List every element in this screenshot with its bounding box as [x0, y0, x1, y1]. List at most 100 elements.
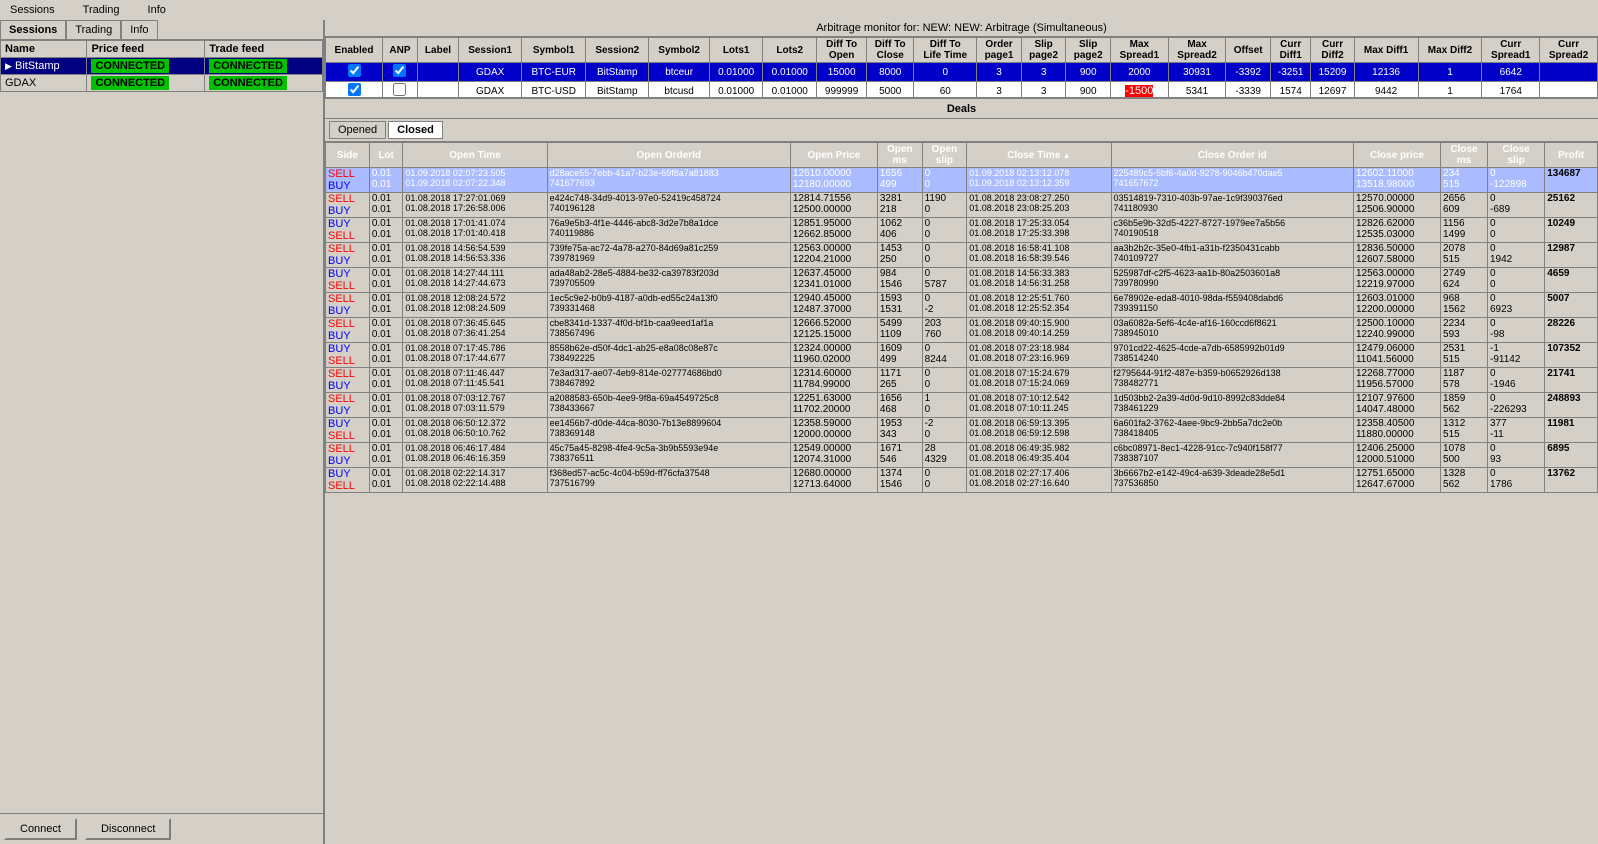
deal-close-time: 01.08.2018 23:08:27.25001.08.2018 23:08:… [967, 193, 1111, 218]
arb-th-symbol1: Symbol1 [522, 38, 586, 63]
deals-row[interactable]: BUY SELL 0.010.01 01.08.2018 17:01:41.07… [326, 218, 1598, 243]
deal-open-orderid: f368ed57-ac5c-4c04-b59d-ff76cfa375487375… [547, 468, 790, 493]
deal-close-slip: 0-122898 [1488, 168, 1545, 193]
deals-row[interactable]: BUY SELL 0.010.01 01.08.2018 14:27:44.11… [326, 268, 1598, 293]
deals-row[interactable]: BUY SELL 0.010.01 01.08.2018 02:22:14.31… [326, 468, 1598, 493]
tab-closed[interactable]: Closed [388, 121, 443, 139]
deal-open-time: 01.08.2018 06:46:17.48401.08.2018 06:46:… [403, 443, 547, 468]
disconnect-button[interactable]: Disconnect [85, 818, 171, 840]
arb-anp[interactable] [383, 63, 418, 82]
arb-max-spread1-red: -1500 [1110, 82, 1168, 100]
deal-close-orderid: 03a6082a-5ef6-4c4e-af16-160ccd6f86217389… [1111, 318, 1353, 343]
deals-row[interactable]: SELL BUY 0.010.01 01.08.2018 14:56:54.53… [326, 243, 1598, 268]
deal-close-time: 01.08.2018 02:27:17.40601.08.2018 02:27:… [967, 468, 1111, 493]
arb-session1: GDAX [459, 63, 522, 82]
tab-trading[interactable]: Trading [66, 20, 121, 39]
deals-row[interactable]: SELL BUY 0.010.01 01.09.2018 02:07:23.50… [326, 168, 1598, 193]
deal-close-slip: 01942 [1488, 243, 1545, 268]
arb-slip-page2: 3 [1021, 63, 1066, 82]
deal-close-orderid: 225489c5-5bf6-4a0d-9278-9046b470dae57416… [1111, 168, 1353, 193]
arb-curr-diff2: 15209 [1311, 63, 1354, 82]
th-profit: Profit [1545, 143, 1598, 168]
arb-th-max-spread1: MaxSpread1 [1110, 38, 1168, 63]
deal-lot: 0.010.01 [369, 443, 403, 468]
deal-open-orderid: d28ace55-7ebb-41a7-b23e-69f8a7a818837416… [547, 168, 790, 193]
menu-trading[interactable]: Trading [77, 2, 126, 18]
menu-sessions[interactable]: Sessions [4, 2, 61, 18]
tab-info[interactable]: Info [121, 20, 157, 39]
deals-row[interactable]: BUY SELL 0.010.01 01.08.2018 06:50:12.37… [326, 418, 1598, 443]
deal-open-time: 01.08.2018 06:50:12.37201.08.2018 06:50:… [403, 418, 547, 443]
deal-lot: 0.010.01 [369, 293, 403, 318]
deals-row[interactable]: BUY SELL 0.010.01 01.08.2018 07:17:45.78… [326, 343, 1598, 368]
deal-open-orderid: ada48ab2-28e5-4884-be32-ca39783f203d7397… [547, 268, 790, 293]
arb-th-offset: Offset [1226, 38, 1271, 63]
arb-th-anp: ANP [383, 38, 418, 63]
deal-side: SELL BUY [326, 368, 370, 393]
session-row-bitstamp[interactable]: ▶ BitStamp CONNECTED CONNECTED [1, 58, 323, 75]
deal-lot: 0.010.01 [369, 468, 403, 493]
arb-curr-spread2 [1540, 63, 1598, 82]
deal-profit: 25162 [1545, 193, 1598, 218]
th-close-slip: Closeslip [1488, 143, 1545, 168]
arb-table-container: Enabled ANP Label Session1 Symbol1 Sessi… [325, 37, 1598, 99]
arb-th-curr-spread2: CurrSpread2 [1540, 38, 1598, 63]
deal-profit: 12987 [1545, 243, 1598, 268]
deals-table: Side Lot Open Time Open OrderId Open Pri… [325, 142, 1598, 493]
arb-symbol2: btceur [649, 63, 709, 82]
deal-open-time: 01.08.2018 17:01:41.07401.08.2018 17:01:… [403, 218, 547, 243]
menu-info[interactable]: Info [142, 2, 172, 18]
tab-opened[interactable]: Opened [329, 121, 386, 139]
deal-open-orderid: 76a9e5b3-4f1e-4446-abc8-3d2e7b8a1dce7401… [547, 218, 790, 243]
arb-th-curr-diff1: CurrDiff1 [1270, 38, 1310, 63]
deal-open-price: 12549.0000012074.31000 [790, 443, 877, 468]
arb-enabled[interactable] [326, 82, 383, 100]
arb-enabled-checkbox[interactable] [348, 64, 361, 77]
deal-profit: 11981 [1545, 418, 1598, 443]
deal-close-orderid: 03514819-7310-403b-97ae-1c9f390376ed7411… [1111, 193, 1353, 218]
deal-close-price: 12500.1000012240.99000 [1353, 318, 1440, 343]
deal-open-time: 01.08.2018 12:08:24.57201.08.2018 12:08:… [403, 293, 547, 318]
arb-th-diff-close: Diff ToClose [867, 38, 914, 63]
deal-profit: 5007 [1545, 293, 1598, 318]
deals-row[interactable]: SELL BUY 0.010.01 01.08.2018 17:27:01.06… [326, 193, 1598, 218]
deals-row[interactable]: SELL BUY 0.010.01 01.08.2018 07:11:46.44… [326, 368, 1598, 393]
deal-open-time: 01.08.2018 14:27:44.11101.08.2018 14:27:… [403, 268, 547, 293]
deal-open-orderid: 8558b62e-d50f-4dc1-ab25-e8a08c08e87c7384… [547, 343, 790, 368]
deals-row[interactable]: SELL BUY 0.010.01 01.08.2018 07:36:45.64… [326, 318, 1598, 343]
arb-enabled-checkbox-2[interactable] [348, 83, 361, 96]
arb-row-2[interactable]: GDAX BTC-USD BitStamp btcusd 0.01000 0.0… [326, 82, 1598, 100]
deal-close-time: 01.09.2018 02:13:12.07801.09.2018 02:13:… [967, 168, 1111, 193]
deals-row[interactable]: SELL BUY 0.010.01 01.08.2018 07:03:12.76… [326, 393, 1598, 418]
session-row-gdax[interactable]: GDAX CONNECTED CONNECTED [1, 75, 323, 92]
arb-diff-lifetime: 0 [914, 63, 977, 82]
arb-anp-checkbox[interactable] [393, 64, 406, 77]
arb-offset: -3392 [1226, 63, 1271, 82]
arb-slip-page2b: 900 [1066, 82, 1111, 100]
deals-row[interactable]: SELL BUY 0.010.01 01.08.2018 12:08:24.57… [326, 293, 1598, 318]
deal-close-slip: 06923 [1488, 293, 1545, 318]
connect-button[interactable]: Connect [4, 818, 77, 840]
arb-enabled[interactable] [326, 63, 383, 82]
deal-profit: 248893 [1545, 393, 1598, 418]
deal-close-price: 12479.0600011041.56000 [1353, 343, 1440, 368]
arb-curr-diff2: 12697 [1311, 82, 1354, 100]
tab-sessions[interactable]: Sessions [0, 20, 66, 39]
deal-lot: 0.010.01 [369, 218, 403, 243]
deal-close-ms: 2749624 [1441, 268, 1488, 293]
deal-side: SELL BUY [326, 243, 370, 268]
deal-close-time: 01.08.2018 07:10:12.54201.08.2018 07:10:… [967, 393, 1111, 418]
deal-side: BUY SELL [326, 418, 370, 443]
arb-anp-checkbox-2[interactable] [393, 83, 406, 96]
th-close-time[interactable]: Close Time [967, 143, 1111, 168]
deal-side: BUY SELL [326, 218, 370, 243]
menu-bar: Sessions Trading Info [0, 0, 1598, 21]
deal-open-slip: 11900 [922, 193, 967, 218]
arb-anp[interactable] [383, 82, 418, 100]
deals-row[interactable]: SELL BUY 0.010.01 01.08.2018 06:46:17.48… [326, 443, 1598, 468]
deals-table-container[interactable]: Side Lot Open Time Open OrderId Open Pri… [325, 142, 1598, 831]
deal-close-ms: 1187578 [1441, 368, 1488, 393]
arb-curr-spread1: 1764 [1482, 82, 1540, 100]
col-tradefeed: Trade feed [205, 41, 323, 58]
arb-row-1[interactable]: GDAX BTC-EUR BitStamp btceur 0.01000 0.0… [326, 63, 1598, 82]
